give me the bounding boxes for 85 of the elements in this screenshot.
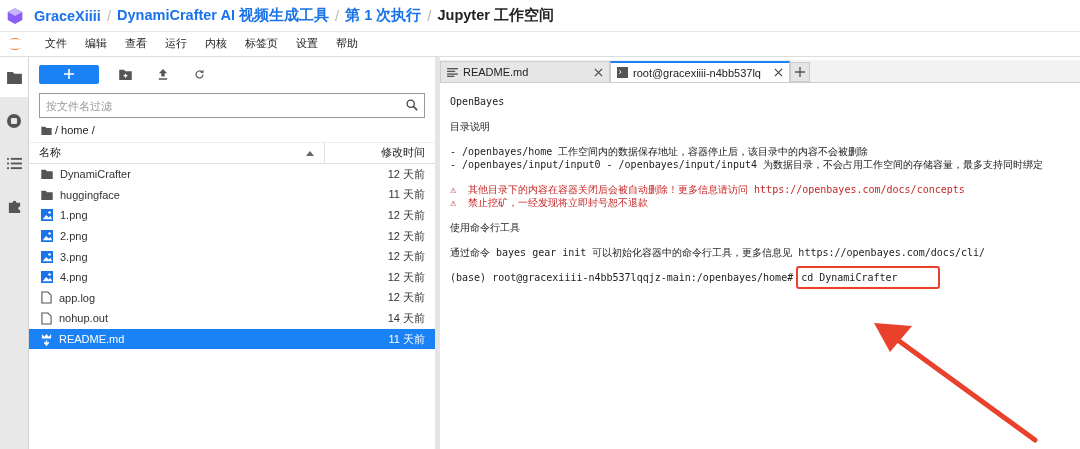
menu-item[interactable]: 查看	[116, 37, 156, 51]
close-icon[interactable]	[594, 67, 603, 77]
menu-item[interactable]: 标签页	[236, 37, 287, 51]
file-row[interactable]: 1.png 12 天前	[29, 205, 435, 226]
menu-item[interactable]: 内核	[196, 37, 236, 51]
filter-field[interactable]: 按文件名过滤	[39, 93, 425, 118]
image-file-icon	[41, 250, 53, 263]
warning-text: ⚠ 其他目录下的内容在容器关闭后会被自动删除！更多信息请访问 https://openbayes.com/docs/concepts ⚠ 禁止挖矿，一经发现将立即封号恕不退款	[450, 183, 966, 209]
image-file-icon	[41, 230, 53, 243]
breadcrumb-separator: /	[335, 7, 340, 24]
file-row[interactable]: app.log 12 天前	[29, 287, 435, 309]
modified-time: 12 天前	[387, 166, 425, 182]
file-name: 3.png	[60, 250, 89, 263]
file-name: 2.png	[60, 230, 89, 243]
markdown-file-icon	[41, 332, 52, 346]
file-name: 4.png	[60, 271, 89, 284]
logo-icon	[6, 6, 24, 25]
file-row[interactable]: 3.png 12 天前	[29, 246, 435, 267]
file-icon	[41, 311, 52, 325]
menu-item[interactable]: 文件	[36, 37, 76, 51]
modified-time: 12 天前	[387, 290, 425, 306]
modified-time: 12 天前	[387, 228, 425, 244]
path-breadcrumb[interactable]: / home /	[55, 124, 95, 136]
document-tab[interactable]: root@gracexiiii-n4bb537lq	[610, 61, 790, 82]
new-launcher-button[interactable]	[39, 64, 99, 84]
modified-time: 11 天前	[388, 331, 425, 347]
file-row[interactable]: huggingface 11 天前	[29, 184, 435, 206]
modified-time: 14 天前	[387, 310, 425, 326]
terminal-text: 使用命令行工具	[450, 221, 521, 234]
file-row[interactable]: nohup.out 14 天前	[29, 308, 435, 329]
modified-time: 12 天前	[387, 269, 425, 285]
text-lines-icon	[447, 67, 458, 77]
terminal-icon	[617, 67, 628, 78]
modified-time: 12 天前	[387, 249, 425, 265]
file-name: app.log	[59, 291, 97, 304]
file-icon	[41, 291, 52, 305]
plus-icon	[795, 67, 805, 77]
modified-time: 12 天前	[387, 208, 425, 223]
terminal-text: - /openbayes/home 工作空间内的数据保存地址，容器停止后，该目录中的内容不会被删除 - /openbayes/input/input0 - /openbayes/input/input4 为数据目录，不会占用工作空间的存储容量，最多支持同时绑定	[450, 145, 1045, 171]
new-folder-icon[interactable]	[119, 68, 132, 80]
column-header[interactable]: 修改时间	[325, 143, 435, 163]
plus-icon	[64, 69, 74, 79]
upload-icon[interactable]	[158, 68, 168, 80]
file-name: DynamiCrafter	[60, 168, 132, 181]
file-name: nohup.out	[59, 312, 109, 325]
file-row[interactable]: 2.png 12 天前	[29, 225, 435, 247]
menu-item[interactable]: 运行	[156, 37, 196, 51]
folder-icon	[41, 189, 53, 200]
new-tab-button[interactable]	[790, 62, 810, 82]
folder-icon	[41, 125, 52, 135]
file-name: 1.png	[60, 209, 89, 222]
list-icon[interactable]	[6, 157, 22, 170]
refresh-icon[interactable]	[194, 68, 205, 80]
folder-icon	[41, 169, 53, 180]
menu-item[interactable]: 帮助	[327, 37, 367, 51]
jupyter-logo-icon	[8, 35, 22, 53]
stop-circle-icon[interactable]	[6, 113, 22, 129]
shell-prompt: (base) root@gracexiiii-n4bb537lqqjz-main:/openbayes/home#	[450, 272, 794, 283]
menu-item[interactable]: 编辑	[76, 37, 116, 51]
puzzle-icon[interactable]	[6, 198, 22, 213]
breadcrumb-separator: /	[427, 7, 432, 24]
folder-icon	[6, 70, 22, 84]
modified-time: 11 天前	[388, 187, 425, 203]
terminal-text: 目录说明	[450, 120, 491, 133]
menu-item[interactable]: 设置	[287, 37, 327, 51]
search-icon	[406, 99, 418, 111]
breadcrumb-link[interactable]: Jupyter 工作空间	[437, 6, 554, 25]
file-row[interactable]: DynamiCrafter 12 天前	[29, 164, 435, 185]
breadcrumb-link[interactable]: 第 1 次执行	[345, 6, 422, 25]
file-row[interactable]: 4.png 12 天前	[29, 266, 435, 288]
close-icon[interactable]	[774, 68, 783, 77]
files-tab[interactable]	[0, 57, 28, 97]
breadcrumb-separator: /	[106, 7, 112, 24]
breadcrumb-link[interactable]: DynamiCrafter AI 视频生成工具	[117, 6, 330, 25]
file-name: README.md	[59, 333, 126, 346]
file-name: huggingface	[60, 188, 121, 201]
breadcrumb-link[interactable]: GraceXiiii	[34, 7, 101, 24]
file-row[interactable]: README.md 11 天前	[29, 328, 435, 350]
image-file-icon	[41, 271, 53, 284]
column-header[interactable]: 名称	[29, 143, 325, 163]
image-file-icon	[41, 209, 53, 222]
shell-command: cd DynamiCrafter	[796, 266, 940, 289]
terminal-text: OpenBayes	[450, 95, 506, 108]
terminal-text: 通过命令 bayes gear init 可以初始化容器中的命令行工具，更多信息见 https://openbayes.com/docs/cli/	[450, 246, 986, 259]
document-tab[interactable]: README.md	[440, 61, 610, 82]
